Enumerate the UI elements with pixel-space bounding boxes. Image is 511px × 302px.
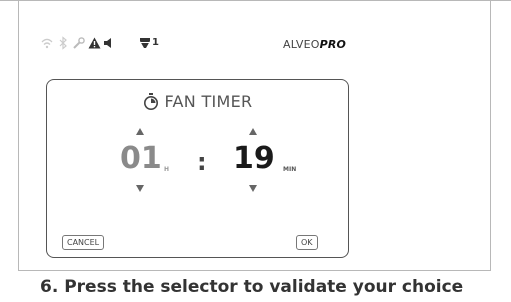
- brand-suffix: PRO: [319, 38, 347, 51]
- frame-right-line: [490, 0, 491, 270]
- minutes-up-arrow[interactable]: [249, 128, 257, 135]
- wrench-icon: [73, 37, 85, 49]
- fan-icon: [140, 38, 150, 48]
- bluetooth-icon: [59, 36, 67, 50]
- frame-left-line: [18, 0, 19, 270]
- wifi-icon: [41, 38, 53, 49]
- page: 1 ALVEOPRO FAN TIMER 01 H : 19 MIN CANCE…: [0, 0, 511, 302]
- dialog-title-text: FAN TIMER: [164, 92, 253, 111]
- cancel-button[interactable]: CANCEL: [62, 235, 105, 250]
- hours-up-arrow[interactable]: [136, 128, 144, 135]
- brand-prefix: ALVEO: [283, 38, 320, 51]
- speaker-icon: [104, 38, 111, 48]
- minutes-down-arrow[interactable]: [249, 185, 257, 192]
- brand-logo: ALVEOPRO: [283, 38, 346, 51]
- dialog-title: FAN TIMER: [47, 92, 348, 111]
- hours-value[interactable]: 01: [120, 144, 162, 174]
- fan-speed-value: 1: [152, 37, 159, 48]
- hours-down-arrow[interactable]: [136, 185, 144, 192]
- stopwatch-icon: [143, 93, 158, 110]
- instruction-caption: 6. Press the selector to validate your c…: [40, 277, 464, 297]
- hours-unit-label: H: [164, 166, 170, 173]
- warning-icon: [88, 37, 101, 49]
- fan-timer-dialog: FAN TIMER 01 H : 19 MIN CANCEL OK: [46, 79, 349, 258]
- minutes-value[interactable]: 19: [233, 144, 275, 174]
- time-separator: :: [197, 148, 207, 176]
- frame-bottom-line: [18, 270, 491, 271]
- frame-top-line: [0, 0, 511, 1]
- ok-button[interactable]: OK: [296, 235, 318, 250]
- minutes-unit-label: MIN: [283, 166, 297, 173]
